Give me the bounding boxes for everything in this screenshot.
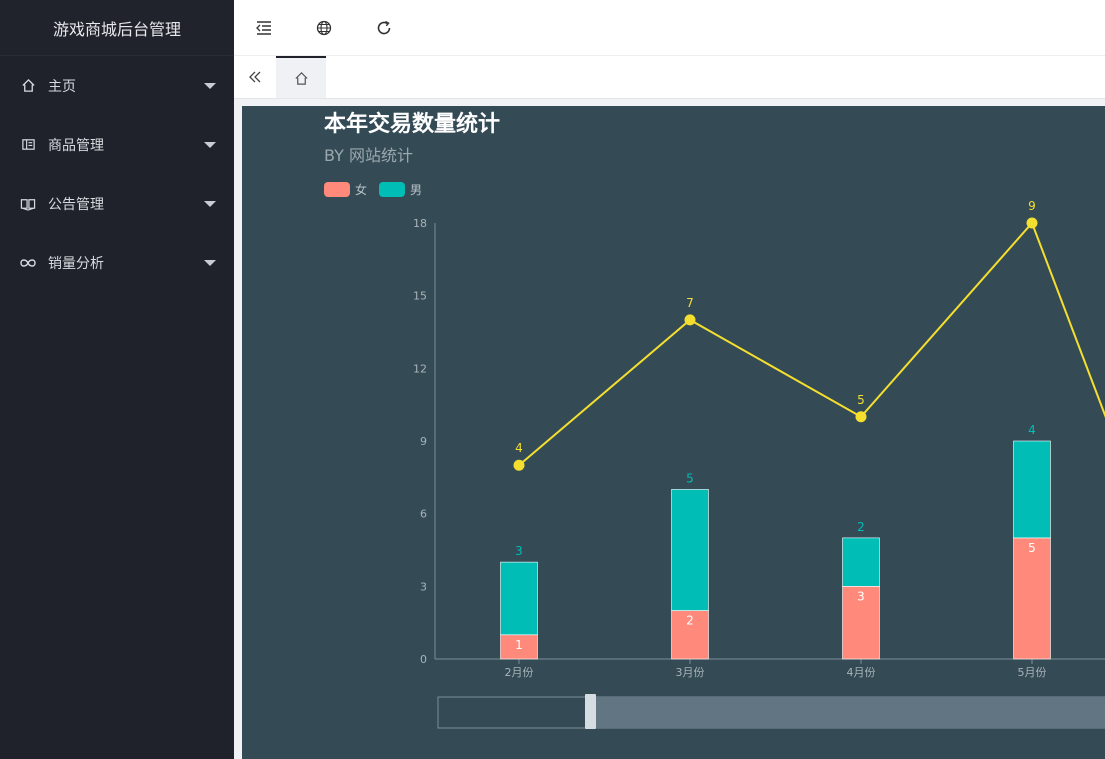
data-label-line: 9 xyxy=(1028,199,1036,213)
line-point xyxy=(855,411,867,423)
y-tick-label: 12 xyxy=(413,362,427,375)
y-tick-label: 9 xyxy=(420,435,427,448)
data-label-line: 5 xyxy=(857,393,865,407)
chart: 女 男 0 3 6 9 12 15 18 2月份 3月份 4月份 5月份 1 3 2 5 3 2 5 4 4 7 5 9 xyxy=(324,182,1105,729)
data-label-male: 5 xyxy=(686,471,694,485)
legend-label-male: 男 xyxy=(410,183,422,197)
datazoom-selected-range xyxy=(592,697,1105,728)
sidebar-item-label: 销量分析 xyxy=(48,255,104,272)
datazoom-handle[interactable] xyxy=(585,694,596,729)
refresh-icon xyxy=(377,20,391,34)
data-label-line: 4 xyxy=(515,441,523,455)
globe-icon xyxy=(316,20,332,35)
legend-swatch-male xyxy=(379,182,405,197)
data-label-male: 4 xyxy=(1028,423,1036,437)
bar-male xyxy=(842,537,880,587)
data-label-male: 3 xyxy=(515,544,523,558)
caret-down-icon xyxy=(204,83,216,89)
tab-scroll-left-button[interactable] xyxy=(234,56,276,98)
data-label-line: 7 xyxy=(686,296,694,310)
sidebar-item-sales[interactable]: 销量分析 xyxy=(0,233,234,292)
sidebar-item-label: 商品管理 xyxy=(48,137,104,154)
line-point xyxy=(513,459,525,471)
double-chevron-left-icon xyxy=(249,71,261,83)
y-tick-label: 18 xyxy=(413,217,427,230)
home-icon xyxy=(294,71,308,85)
legend-label-female: 女 xyxy=(355,182,367,197)
sidebar-item-label: 公告管理 xyxy=(48,196,104,213)
refresh-button[interactable] xyxy=(354,0,414,55)
bar-male xyxy=(1013,440,1051,539)
chart-panel: 本年交易数量统计 BY 网站统计 女男 0 3 6 9 12 15 18 2月份 3月份 4月份 5月… xyxy=(242,106,1105,759)
home-icon xyxy=(20,78,36,94)
bar-male xyxy=(671,489,709,611)
tab-bar xyxy=(234,56,1105,99)
data-label-female: 3 xyxy=(857,589,865,603)
language-button[interactable] xyxy=(294,0,354,55)
x-tick-label: 2月份 xyxy=(505,666,534,679)
data-label-female: 2 xyxy=(686,614,694,628)
tab-home[interactable] xyxy=(276,56,326,98)
menu-fold-button[interactable] xyxy=(234,0,294,55)
y-tick-label: 3 xyxy=(420,580,427,593)
x-tick-label: 3月份 xyxy=(676,666,705,679)
y-tick-label: 6 xyxy=(420,508,427,521)
menu-fold-icon xyxy=(256,20,271,35)
caret-down-icon xyxy=(204,260,216,266)
infinity-icon xyxy=(20,255,36,271)
top-toolbar xyxy=(234,0,1105,56)
series-line xyxy=(518,221,1105,466)
y-tick-label: 15 xyxy=(413,290,427,303)
data-label-female: 1 xyxy=(515,638,523,652)
goods-icon xyxy=(20,137,36,153)
sidebar-item-label: 主页 xyxy=(48,78,76,95)
caret-down-icon xyxy=(204,201,216,207)
legend-swatch-female xyxy=(324,182,350,197)
sidebar-item-goods[interactable]: 商品管理 xyxy=(0,115,234,174)
app-title: 游戏商城后台管理 xyxy=(0,0,234,56)
data-label-female: 5 xyxy=(1028,541,1036,555)
line-point xyxy=(684,314,696,326)
x-tick-label: 5月份 xyxy=(1018,666,1047,679)
bar-male xyxy=(500,561,538,636)
book-icon xyxy=(20,196,36,212)
sidebar-item-home[interactable]: 主页 xyxy=(0,56,234,115)
x-tick-label: 4月份 xyxy=(847,666,876,679)
sidebar: 游戏商城后台管理 主页 商品管理 公告管理 销量分析 xyxy=(0,0,234,759)
y-tick-label: 0 xyxy=(420,653,427,666)
line-point xyxy=(1026,217,1038,229)
data-label-male: 2 xyxy=(857,520,865,534)
sidebar-item-notice[interactable]: 公告管理 xyxy=(0,174,234,233)
caret-down-icon xyxy=(204,142,216,148)
bar-female xyxy=(1013,537,1051,660)
